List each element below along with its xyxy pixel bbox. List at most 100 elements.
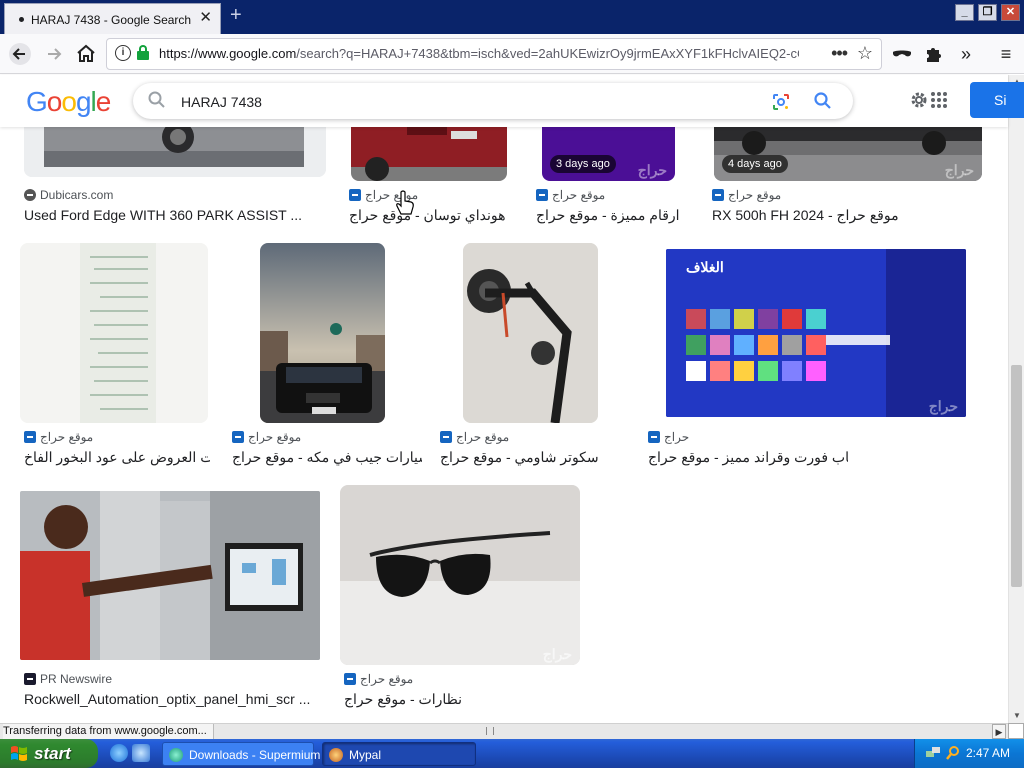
result-image-incense-doc[interactable] [20,243,208,423]
result-caption[interactable]: نظارات - موقع حراج [344,691,544,708]
horizontal-scrollbar[interactable]: Transferring data from www.google.com...… [0,723,1008,739]
haraj-icon [24,431,36,443]
extensions-icon[interactable] [922,42,946,66]
result-image-numbers[interactable]: 3 days ago حراج [542,127,675,181]
source-label: موقع حراج [456,430,510,444]
result-image-sunglasses[interactable]: حراج [340,485,580,665]
result-caption[interactable]: RX 500h FH 2024 - موقع حراج [712,207,982,224]
result-caption[interactable]: سكوتر شاومي - موقع حراج [440,449,620,466]
logo-letter: G [26,86,48,117]
haraj-icon [648,431,660,443]
taskbar-item-downloads[interactable]: Downloads - Supermium [162,742,320,766]
result-source[interactable]: موقع حراج [24,430,93,444]
result-image-ps-screen[interactable]: الغلاف حراج [666,249,966,417]
forward-icon[interactable] [42,42,66,66]
result-source[interactable]: PR Newswire [24,672,112,686]
source-label: موقع حراج [248,430,302,444]
result-image-scooter[interactable] [463,243,598,423]
result-caption[interactable]: ارقام مميزة - موقع حراج [536,207,696,224]
result-image-jeep[interactable] [260,243,385,423]
start-button[interactable]: start [0,739,98,768]
taskbar: start Downloads - Supermium Mypal 2:47 A… [0,739,1024,768]
source-label: Dubicars.com [40,188,114,202]
result-image-rockwell[interactable] [20,491,320,660]
site-info-icon[interactable]: i [115,45,131,61]
minimize-button[interactable]: _ [955,4,974,21]
mask-icon[interactable] [890,42,914,66]
url-text[interactable]: https://www.google.com/search?q=HARAJ+74… [159,46,799,61]
search-input[interactable]: HARAJ 7438 [181,94,262,110]
show-desktop-icon[interactable] [132,744,150,762]
hand-cursor-icon [396,190,414,215]
logo-letter: o [61,86,77,117]
ps-screen-title: الغلاف [686,259,724,275]
logo-letter: e [95,86,112,117]
source-label: موقع حراج [552,188,606,202]
watermark: حراج [542,646,572,662]
scroll-right-icon[interactable]: ▶ [992,724,1006,739]
result-source[interactable]: موقع حراج [440,430,509,444]
scroll-down-icon[interactable]: ▼ [1010,709,1024,723]
menu-hamburger-icon[interactable]: ≡ [994,42,1018,66]
ie-icon[interactable] [110,744,128,762]
scroll-corner [1008,723,1024,739]
taskbar-item-mypal[interactable]: Mypal [322,742,476,766]
result-image-tucson[interactable] [351,127,507,181]
result-caption[interactable]: سيارات جيب في مكه - موقع حراج [232,449,422,466]
address-bar[interactable]: i https://www.google.com/search?q=HARAJ+… [106,38,882,70]
vertical-scrollbar[interactable]: ▲ ▼ [1008,75,1024,723]
result-caption[interactable]: هونداي توسان - موقع حراج [349,207,519,224]
result-source[interactable]: موقع حراج [232,430,301,444]
apps-grid-icon[interactable] [930,91,948,112]
supermium-icon [169,748,183,762]
new-tab-icon[interactable]: + [230,5,242,25]
haraj-icon [349,189,361,201]
date-badge: 4 days ago [722,155,788,173]
result-source[interactable]: Dubicars.com [24,188,113,202]
google-logo[interactable]: Google [26,86,112,118]
date-badge: 3 days ago [550,155,616,173]
maximize-button[interactable]: ❐ [978,4,997,21]
result-caption[interactable]: بدأت العروض على عود البخور الفاخ... [24,449,210,466]
tab-strip: HARAJ 7438 - Google Search ✕ + _ ❐ ✕ [0,0,1024,34]
result-source[interactable]: موقع حراج [536,188,605,202]
logo-letter: g [75,86,92,117]
result-caption[interactable]: حساب فورت وقراند مميز - موقع حراج [648,449,848,466]
scroll-thumb[interactable] [1011,365,1022,587]
google-header: Google HARAJ 7438 Si [0,75,1024,127]
result-source[interactable]: موقع حراج [344,672,413,686]
clock: 2:47 AM [965,746,1010,760]
overflow-chevron-icon[interactable]: » [954,42,978,66]
google-lens-icon[interactable] [771,92,791,115]
result-source[interactable]: حراج [648,430,689,444]
dubicars-icon [24,189,36,201]
page-actions-icon[interactable]: ••• [831,43,848,64]
scroll-grip[interactable] [486,727,494,735]
bookmark-star-icon[interactable]: ☆ [857,43,873,64]
tab-close-icon[interactable]: ✕ [199,10,212,25]
gear-icon[interactable] [908,89,930,114]
status-text: Transferring data from www.google.com... [3,724,214,739]
result-caption[interactable]: Used Ford Edge WITH 360 PARK ASSIST ... [24,207,324,223]
search-box[interactable]: HARAJ 7438 [133,83,853,119]
search-tray-icon[interactable] [945,745,961,761]
result-image-lexus[interactable]: 4 days ago حراج [714,127,982,181]
nav-toolbar: i https://www.google.com/search?q=HARAJ+… [0,34,1024,74]
sign-in-button[interactable]: Si [970,82,1024,118]
haraj-icon [536,189,548,201]
close-window-button[interactable]: ✕ [1001,4,1020,21]
task-label: Downloads - Supermium [189,748,321,762]
back-icon[interactable] [8,42,32,66]
tab-google-search[interactable]: HARAJ 7438 - Google Search ✕ [4,3,221,34]
result-image-ford-edge[interactable] [24,127,326,177]
network-icon[interactable] [925,745,941,761]
watermark: حراج [928,398,958,414]
watermark: حراج [944,162,974,178]
haraj-icon [712,189,724,201]
result-source[interactable]: موقع حراج [712,188,781,202]
mypal-icon [329,748,343,762]
logo-letter: o [46,86,63,117]
home-icon[interactable] [74,42,98,66]
result-caption[interactable]: Rockwell_Automation_optix_panel_hmi_scr … [24,691,324,707]
search-submit-icon[interactable] [813,91,833,114]
